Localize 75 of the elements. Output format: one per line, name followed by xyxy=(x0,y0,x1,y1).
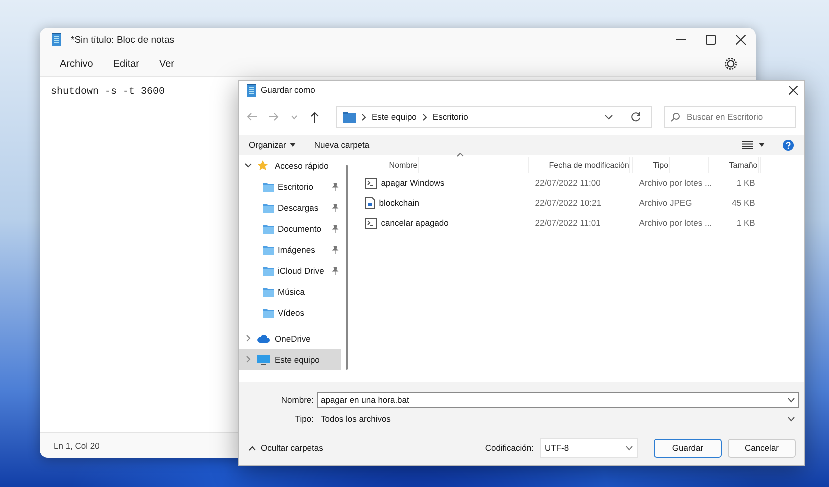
window-title: *Sin título: Bloc de notas xyxy=(71,34,175,46)
folder-icon xyxy=(263,202,274,213)
file-row[interactable]: blockchain 22/07/2022 10:21 Archivo JPEG 45 KB xyxy=(361,193,804,213)
cloud-icon xyxy=(257,332,270,344)
sidebar-item[interactable]: Documento xyxy=(239,218,342,239)
refresh-icon[interactable] xyxy=(631,112,641,122)
folder-icon xyxy=(263,265,274,276)
chevron-down-icon xyxy=(788,398,795,402)
help-icon[interactable] xyxy=(783,140,794,150)
type-dropdown[interactable]: Todos los archivos xyxy=(317,411,799,427)
sidebar-item[interactable]: Escritorio xyxy=(239,176,342,197)
chevron-down-icon xyxy=(788,416,795,422)
filename-field[interactable]: apagar en una hora.bat xyxy=(317,392,799,408)
folder-icon xyxy=(263,181,274,192)
field-label: Nombre: xyxy=(280,395,315,405)
breadcrumb-item[interactable]: Este equipo xyxy=(372,112,417,122)
column-header[interactable]: Tipo xyxy=(633,157,710,173)
scrollbar[interactable] xyxy=(346,165,348,370)
encoding-dropdown[interactable]: UTF-8 xyxy=(540,438,638,458)
toolbar-button[interactable]: Organizar xyxy=(249,140,296,150)
file-row[interactable]: cancelar apagado 22/07/2022 11:01 Archivo por lotes ... 1 KB xyxy=(361,213,804,233)
folder-icon xyxy=(263,307,274,318)
notepad-icon xyxy=(245,84,256,96)
sidebar-item[interactable]: OneDrive xyxy=(239,328,342,349)
file-row[interactable]: apagar Windows 22/07/2022 11:00 Archivo por lotes ... 1 KB xyxy=(361,173,804,193)
chevron-down-icon[interactable] xyxy=(245,162,252,169)
computer-icon xyxy=(257,354,270,366)
sidebar-item[interactable]: iCloud Drive xyxy=(239,260,342,281)
breadcrumb-item[interactable]: Escritorio xyxy=(432,112,468,122)
up-arrow-icon[interactable] xyxy=(310,112,320,122)
menu-item[interactable]: Editar xyxy=(103,58,150,70)
star-icon xyxy=(257,160,270,172)
status-text: Ln 1, Col 20 xyxy=(54,440,100,450)
batch-file-icon xyxy=(365,178,378,188)
image-file-icon xyxy=(365,197,376,209)
dialog-title: Guardar como xyxy=(261,85,316,95)
chevron-right-icon xyxy=(422,114,427,120)
menu-item[interactable]: Archivo xyxy=(50,58,104,70)
batch-file-icon xyxy=(365,218,378,228)
sidebar-item[interactable]: Imágenes xyxy=(239,239,342,260)
close-icon[interactable] xyxy=(736,35,746,45)
notepad-icon xyxy=(50,33,63,47)
view-list-icon[interactable] xyxy=(742,140,753,150)
sidebar-item[interactable]: Descargas xyxy=(239,197,342,218)
column-header[interactable]: Tamaño xyxy=(709,157,762,173)
column-header[interactable]: Fecha de modificación xyxy=(529,157,634,173)
maximize-icon[interactable] xyxy=(706,35,716,45)
sidebar-item[interactable]: Acceso rápido xyxy=(239,155,342,176)
cancel-button[interactable]: Cancelar xyxy=(728,438,796,458)
chevron-right-icon[interactable] xyxy=(245,335,252,342)
close-icon[interactable] xyxy=(789,86,798,94)
save-button[interactable]: Guardar xyxy=(654,438,722,458)
chevron-up-icon xyxy=(249,446,256,450)
folder-icon xyxy=(263,244,274,255)
caret-down-icon[interactable] xyxy=(759,143,765,147)
folder-icon xyxy=(263,223,274,234)
search-field[interactable]: Buscar en Escritorio xyxy=(664,106,796,128)
sidebar-item[interactable]: Este equipo xyxy=(239,349,342,370)
caret-down-icon xyxy=(290,143,296,147)
sidebar-item[interactable]: Música xyxy=(239,281,342,302)
hide-folders-button[interactable]: Ocultar carpetas xyxy=(249,443,324,453)
field-label: Tipo: xyxy=(294,414,315,424)
column-header[interactable]: Nombre xyxy=(361,157,530,173)
folder-icon xyxy=(343,110,356,124)
chevron-down-icon[interactable] xyxy=(605,114,613,120)
settings-icon[interactable] xyxy=(725,58,737,70)
search-icon xyxy=(671,112,680,122)
folder-icon xyxy=(263,286,274,297)
document-text: shutdown -s -t 3600 xyxy=(51,87,166,98)
menu-item[interactable]: Ver xyxy=(149,58,184,70)
encoding-label: Codificación: xyxy=(485,443,534,453)
sidebar-item[interactable]: Vídeos xyxy=(239,302,342,323)
toolbar-button[interactable]: Nueva carpeta xyxy=(314,140,370,150)
chevron-right-icon xyxy=(362,114,366,120)
chevron-down-icon xyxy=(626,446,633,450)
